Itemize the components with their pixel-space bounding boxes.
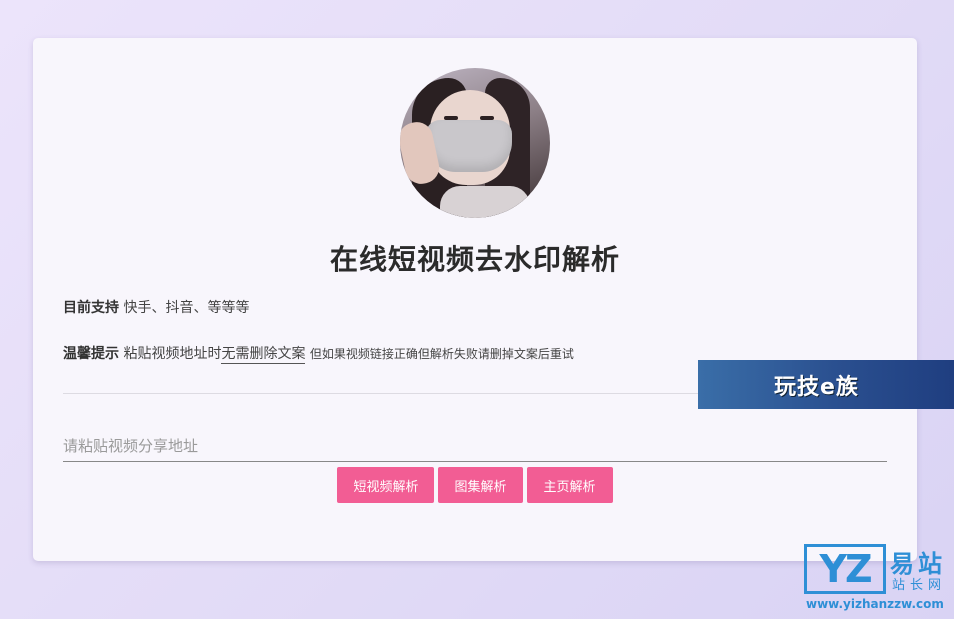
main-card: 在线短视频去水印解析 目前支持 快手、抖音、等等等 温馨提示 粘贴视频地址时无需… xyxy=(33,38,917,561)
support-text: 快手、抖音、等等等 xyxy=(123,300,250,316)
support-label: 目前支持 xyxy=(63,300,119,316)
banner-overlay: 玩技e族 xyxy=(698,360,954,409)
gallery-parse-button[interactable]: 图集解析 xyxy=(438,467,523,503)
banner-text: 玩技e族 xyxy=(774,374,859,400)
tip-emphasis: 无需删除文案 xyxy=(221,346,306,364)
video-url-input[interactable] xyxy=(63,430,887,462)
tip-text: 粘贴视频地址时 xyxy=(123,346,222,362)
watermark-logo: YZ 易站 站长网 www.yizhanzzw.com xyxy=(804,544,954,619)
homepage-parse-button[interactable]: 主页解析 xyxy=(526,467,613,503)
avatar xyxy=(400,68,550,218)
tip-label: 温馨提示 xyxy=(63,346,119,362)
tip-note: 但如果视频链接正确但解析失败请删掉文案后重试 xyxy=(309,347,574,361)
avatar-shirt xyxy=(440,186,530,218)
page-title: 在线短视频去水印解析 xyxy=(329,243,620,276)
watermark-url: www.yizhanzzw.com xyxy=(806,597,944,611)
watermark-yz: YZ xyxy=(804,544,886,594)
watermark-sub: 站长网 xyxy=(892,578,947,593)
tip-info: 温馨提示 粘贴视频地址时无需删除文案 但如果视频链接正确但解析失败请删掉文案后重… xyxy=(63,343,574,364)
video-parse-button[interactable]: 短视频解析 xyxy=(337,467,435,503)
support-info: 目前支持 快手、抖音、等等等 xyxy=(63,297,249,317)
action-buttons: 短视频解析 图集解析 主页解析 xyxy=(33,467,917,503)
